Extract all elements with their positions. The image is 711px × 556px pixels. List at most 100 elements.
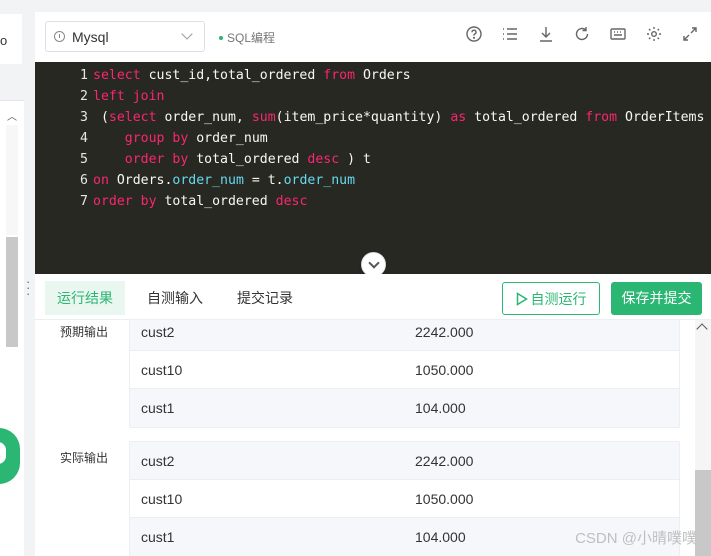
code-token: OrderItems [617, 110, 705, 125]
download-icon[interactable] [537, 26, 555, 44]
line-number: 6 [80, 173, 88, 188]
language-select[interactable]: Mysql [45, 21, 205, 52]
code-line[interactable]: 5 order by total_ordered desc ) t [35, 149, 711, 170]
table-row: cust2 2242.000 [130, 442, 679, 480]
fullscreen-icon[interactable] [681, 26, 699, 44]
code-keyword: desc [275, 194, 308, 209]
code-keyword: from [585, 110, 618, 125]
editor-panel: Mysql SQL编程 1 select cust_id,total_order… [35, 12, 711, 556]
gear-icon[interactable] [645, 26, 663, 44]
code-text: group by order_num [93, 128, 268, 149]
code-line[interactable]: 6 on Orders.order_num = t.order_num [35, 170, 711, 191]
code-token: ) t [339, 152, 371, 167]
code-line[interactable]: 2 left join [35, 86, 711, 107]
line-number: 4 [80, 131, 88, 146]
code-text: order by total_ordered desc [93, 191, 307, 212]
results-scrollbar[interactable] [695, 320, 711, 556]
table-row: cust2 2242.000 [130, 320, 679, 351]
code-line[interactable]: 1 select cust_id,total_ordered from Order… [35, 65, 711, 86]
code-token: order_num, [156, 110, 252, 125]
expected-output-table: cust2 2242.000 cust10 1050.000 cust1 104… [129, 320, 680, 428]
code-property: order_num [172, 173, 244, 188]
code-keyword: select [108, 110, 157, 125]
left-panel-text: o [0, 33, 8, 48]
chevron-down-icon [181, 28, 193, 40]
code-property: order_num [283, 173, 356, 188]
code-editor[interactable]: 1 select cust_id,total_ordered from Order… [35, 62, 711, 274]
code-keyword: order by [124, 152, 189, 167]
table-cell: 1050.000 [415, 361, 474, 378]
table-row: cust10 1050.000 [130, 351, 679, 389]
toolbar-icons [447, 26, 699, 44]
line-number: 2 [80, 89, 88, 104]
table-cell: cust10 [141, 361, 183, 378]
table-cell: cust10 [141, 490, 183, 507]
code-text: (select order_num, sum(item_price*quanti… [93, 107, 704, 128]
actual-output-label: 实际输出 [60, 451, 109, 465]
page: o ︿ · · · Mysql SQL编程 1 select cust_id,t… [0, 0, 711, 556]
code-line[interactable]: 7 order by total_ordered desc [35, 191, 711, 212]
code-text: order by total_ordered desc ) t [93, 149, 371, 170]
save-submit-button[interactable]: 保存并提交 [611, 282, 702, 315]
code-token: total_ordered [188, 152, 308, 167]
code-keyword: as [450, 110, 467, 125]
code-token: = t. [243, 173, 284, 188]
result-tabs: 运行结果 自测输入 提交记录 自测运行 保存并提交 [35, 274, 711, 320]
table-cell: cust2 [141, 323, 175, 340]
drag-handle-icon[interactable]: · · · [26, 275, 30, 300]
tab-self-test-input[interactable]: 自测输入 [135, 281, 215, 315]
code-token: Orders. [108, 173, 173, 188]
table-row: cust10 1050.000 [130, 480, 679, 518]
code-token: ( [93, 110, 109, 125]
table-cell: 2242.000 [415, 452, 474, 469]
code-line[interactable]: 4 group by order_num [35, 128, 711, 149]
table-cell: cust1 [141, 529, 175, 545]
table-cell: 104.000 [415, 529, 466, 545]
code-line[interactable]: 3 (select order_num, sum(item_price*quan… [35, 107, 711, 128]
code-keyword: from [323, 68, 356, 83]
tab-run-result[interactable]: 运行结果 [45, 281, 125, 315]
code-token: cust_id,total_ordered [140, 68, 324, 83]
self-test-run-button[interactable]: 自测运行 [502, 282, 600, 315]
tab-submission-history[interactable]: 提交记录 [225, 281, 305, 315]
code-text: select cust_id,total_ordered from Orders [93, 65, 411, 86]
left-scroll-thumb[interactable] [6, 237, 18, 347]
table-cell: 104.000 [415, 400, 466, 416]
code-keyword: on [93, 173, 109, 188]
code-keyword: select [93, 68, 141, 83]
list-icon[interactable] [501, 26, 519, 44]
left-scroll-track [6, 125, 18, 235]
table-cell: 1050.000 [415, 490, 474, 507]
code-keyword: group by [124, 131, 189, 146]
table-row: cust1 104.000 [130, 389, 679, 427]
language-value: Mysql [72, 28, 109, 45]
code-token: total_ordered [156, 194, 276, 209]
code-token: total_ordered [466, 110, 586, 125]
code-token: order_num [188, 131, 268, 146]
code-keyword: desc [307, 152, 340, 167]
expected-output-label: 预期输出 [60, 325, 109, 339]
code-keyword: left join [93, 89, 165, 104]
code-text: on Orders.order_num = t.order_num [93, 170, 355, 191]
line-number: 3 [80, 110, 88, 125]
self-test-run-label: 自测运行 [530, 290, 587, 307]
results-scroll-thumb[interactable] [695, 470, 711, 556]
code-keyword: order by [93, 194, 157, 209]
help-icon[interactable] [465, 26, 483, 44]
code-token: Orders [355, 68, 411, 83]
left-panel: o ︿ [0, 0, 24, 556]
table-cell: cust1 [141, 400, 175, 416]
scroll-up-icon[interactable] [696, 323, 708, 335]
mode-dot-icon [219, 35, 223, 40]
refresh-icon[interactable] [573, 26, 591, 44]
watermark: CSDN @小晴噗噗 [575, 530, 697, 547]
line-number: 7 [80, 194, 88, 209]
code-keyword: sum [251, 110, 276, 125]
line-number: 1 [80, 68, 88, 83]
table-cell: cust2 [141, 452, 175, 469]
line-number: 5 [80, 152, 88, 167]
keyboard-icon[interactable] [609, 26, 627, 44]
scroll-up-icon[interactable]: ︿ [7, 108, 17, 123]
